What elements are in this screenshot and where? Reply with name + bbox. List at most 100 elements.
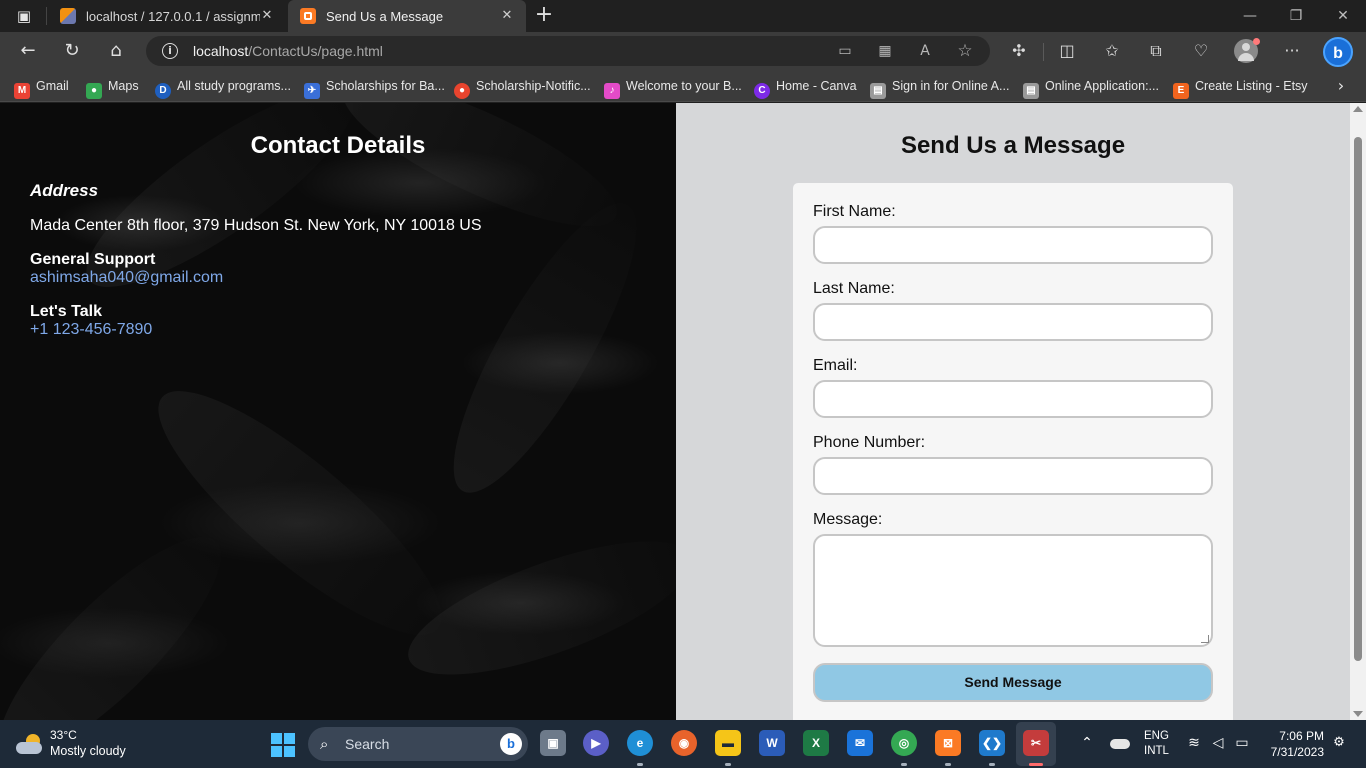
canva-icon: C [754,83,770,99]
partly-cloudy-icon [16,734,44,754]
running-indicator [1029,763,1043,766]
bookmark-label: Welcome to your B... [626,79,742,93]
word-icon[interactable]: W [759,730,785,756]
close-icon[interactable]: ✕ [258,7,276,25]
bookmark-label: Maps [108,79,139,93]
scrollbar-thumb[interactable] [1354,137,1362,661]
mail-icon[interactable]: ✉ [847,730,873,756]
bookmark-label: Scholarship-Notific... [476,79,591,93]
site-info-icon[interactable]: i [162,43,178,59]
read-aloud-icon[interactable]: A [914,41,936,61]
email-label: Email: [813,357,858,374]
page-viewport: Contact Details Address Mada Center 8th … [0,103,1366,720]
performance-icon[interactable]: ♡ [1189,40,1213,62]
volume-muted-icon[interactable]: ◁ [1209,734,1227,752]
chevron-up-icon[interactable]: ⌃ [1078,734,1096,752]
tab-strip: ▣ localhost / 127.0.0.1 / assignmen ✕ Se… [0,0,1366,32]
clock[interactable]: 7:06 PM 7/31/2023 [1262,728,1324,760]
tab-phpmyadmin[interactable]: localhost / 127.0.0.1 / assignmen ✕ [48,0,286,32]
more-menu-icon[interactable]: ··· [1280,40,1304,62]
phone-link[interactable]: +1 123-456-7890 [30,321,152,339]
phone-input[interactable] [813,457,1213,495]
bookmark-label: Sign in for Online A... [892,79,1010,93]
notification-icon[interactable]: ⚙ [1332,736,1346,750]
tab-send-message[interactable]: Send Us a Message ✕ [288,0,526,32]
bookmark-online-application[interactable]: ▤ Online Application:... [1023,76,1159,99]
bookmark-scholarships[interactable]: ✈ Scholarships for Ba... [304,76,445,99]
clock-date: 7/31/2023 [1270,745,1324,759]
address-bar[interactable]: i localhost/ContactUs/page.html ▭ ▦ A ☆ [146,36,990,66]
scroll-up-icon[interactable] [1353,106,1363,112]
bookmark-canva[interactable]: C Home - Canva [754,76,857,99]
notification-icon: ● [454,83,470,99]
excel-icon[interactable]: X [803,730,829,756]
resize-handle-icon[interactable] [1201,635,1209,643]
firefox-icon[interactable]: ◉ [671,730,697,756]
bookmark-label: Home - Canva [776,79,857,93]
url-text[interactable]: localhost/ContactUs/page.html [193,43,383,59]
favorite-star-icon[interactable]: ☆ [954,41,976,61]
language-indicator[interactable]: ENG INTL [1144,729,1169,759]
first-name-label: First Name: [813,203,896,220]
url-path: /ContactUs/page.html [248,43,383,59]
bookmark-scholarship-notification[interactable]: ● Scholarship-Notific... [454,76,591,99]
reload-button[interactable]: ↻ [58,38,86,64]
vscode-icon[interactable]: ❮❯ [979,730,1005,756]
bookmarks-bar: M Gmail ● Maps D All study programs... ✈ Sch… [0,70,1366,102]
profile-avatar[interactable] [1234,38,1260,63]
tab-label: localhost / 127.0.0.1 / assignmen [86,9,260,24]
edge-icon[interactable]: e [627,730,653,756]
maximize-button[interactable]: ❐ [1284,6,1308,26]
tab-actions-icon[interactable]: ▣ [14,6,34,26]
xampp-icon[interactable]: ⊠ [935,730,961,756]
extensions-icon[interactable]: ✣ [1007,40,1031,62]
send-message-button[interactable]: Send Message [813,663,1213,702]
wifi-icon[interactable]: ≋ [1185,734,1203,752]
home-button[interactable]: ⌂ [102,38,130,64]
bookmark-study-programs[interactable]: D All study programs... [155,76,291,99]
snipping-tool-icon[interactable]: ✂ [1023,730,1049,756]
bing-copilot-icon[interactable]: b [1323,37,1353,67]
favorites-icon[interactable]: ✩ [1100,40,1124,62]
divider [1043,43,1044,61]
search-icon: ⌕ [320,735,329,753]
address-heading: Address [30,181,99,200]
last-name-input[interactable] [813,303,1213,341]
file-explorer-icon[interactable]: ▬ [715,730,741,756]
minimize-button[interactable]: — [1238,6,1262,26]
tab-label: Send Us a Message [326,9,444,24]
running-indicator [989,763,995,766]
scroll-down-icon[interactable] [1353,711,1363,717]
apps-icon[interactable]: ▦ [874,41,896,61]
support-email-link[interactable]: ashimsaha040@gmail.com [30,269,223,287]
page-scrollbar[interactable] [1350,103,1366,720]
bookmark-sign-in-online[interactable]: ▤ Sign in for Online A... [870,76,1010,99]
chrome-icon[interactable]: ◎ [891,730,917,756]
maps-icon: ● [86,83,102,99]
notification-dot [1253,38,1260,45]
first-name-input[interactable] [813,226,1213,264]
email-input[interactable] [813,380,1213,418]
running-indicator [637,763,643,766]
task-view-icon[interactable]: ▣ [540,730,566,756]
collections-icon[interactable]: ⧉ [1144,40,1168,62]
teams-chat-icon[interactable]: ▶ [583,730,609,756]
bing-icon[interactable]: b [500,733,522,755]
bookmark-gmail[interactable]: M Gmail [14,76,69,99]
bookmark-etsy[interactable]: E Create Listing - Etsy [1173,76,1308,99]
daad-icon: D [155,83,171,99]
battery-icon[interactable]: ▭ [1233,734,1251,752]
new-tab-button[interactable]: + [532,4,556,28]
back-button[interactable]: ← [14,38,42,64]
bookmark-maps[interactable]: ● Maps [86,76,139,99]
chevron-right-icon[interactable]: › [1332,76,1350,96]
onedrive-icon[interactable] [1110,739,1130,749]
split-screen-icon[interactable]: ◫ [1055,40,1079,62]
bookmark-welcome[interactable]: ♪ Welcome to your B... [604,76,742,99]
taskbar-search[interactable]: ⌕ Search b [308,727,528,761]
message-textarea[interactable] [813,534,1213,647]
close-icon[interactable]: ✕ [498,7,516,25]
app-available-icon[interactable]: ▭ [834,41,856,61]
close-window-button[interactable]: ✕ [1331,6,1355,26]
windows-start-icon[interactable] [271,733,295,757]
